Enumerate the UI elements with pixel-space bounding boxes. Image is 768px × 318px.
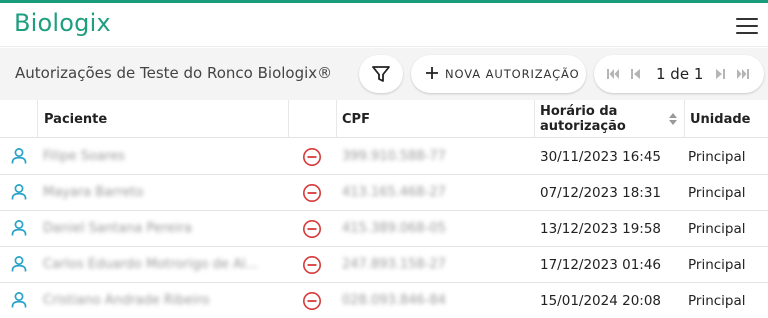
page-toolbar: Autorizações de Teste do Ronco Biologix®…: [0, 48, 768, 100]
table-row[interactable]: Cristiano Andrade Ribeiro 028.093.846-84…: [0, 283, 768, 318]
patient-name: Carlos Eduardo Motrorigo de Al...: [43, 257, 258, 272]
authorization-datetime: 30/11/2023 16:45: [540, 149, 662, 165]
pagination: 1 de 1: [594, 55, 764, 93]
remove-circle-icon[interactable]: [302, 219, 322, 239]
new-authorization-button[interactable]: NOVA AUTORIZAÇÃO: [411, 55, 586, 93]
table-header: Paciente CPF Horário da autorização Unid…: [0, 100, 768, 138]
column-header-patient[interactable]: Paciente: [38, 100, 288, 138]
hamburger-menu-icon[interactable]: [734, 16, 760, 36]
patient-name: Mayara Barreto: [43, 185, 144, 200]
remove-circle-icon[interactable]: [302, 291, 322, 311]
user-icon[interactable]: [10, 255, 28, 273]
unit-name: Principal: [688, 221, 746, 237]
sort-icon[interactable]: [668, 112, 678, 126]
last-page-icon[interactable]: [736, 67, 750, 81]
unit-name: Principal: [688, 185, 746, 201]
patient-name: Filipe Soares: [43, 149, 125, 164]
unit-name: Principal: [688, 257, 746, 273]
column-header-unit[interactable]: Unidade: [684, 100, 768, 138]
filter-icon: [372, 66, 390, 82]
authorization-datetime: 17/12/2023 01:46: [540, 257, 662, 273]
authorization-datetime: 15/01/2024 20:08: [540, 293, 662, 309]
app-header: Biologix: [0, 3, 768, 47]
remove-circle-icon[interactable]: [302, 183, 322, 203]
patient-cpf: 399.910.588-77: [342, 149, 446, 164]
column-header-authorization-time[interactable]: Horário da autorização: [534, 100, 684, 138]
brand-logo[interactable]: Biologix: [14, 9, 111, 37]
first-page-icon[interactable]: [606, 67, 620, 81]
user-icon[interactable]: [10, 183, 28, 201]
table-row[interactable]: Daniel Santana Pereira 415.389.068-05 13…: [0, 211, 768, 247]
column-divider: [288, 100, 289, 138]
unit-name: Principal: [688, 293, 746, 309]
page-indicator: 1 de 1: [656, 65, 704, 83]
new-authorization-label: NOVA AUTORIZAÇÃO: [445, 67, 580, 81]
next-page-icon[interactable]: [714, 67, 726, 81]
patient-cpf: 247.893.158-27: [342, 257, 446, 272]
page-title: Autorizações de Teste do Ronco Biologix®: [15, 64, 333, 82]
patient-cpf: 415.389.068-05: [342, 221, 446, 236]
previous-page-icon[interactable]: [630, 67, 642, 81]
unit-name: Principal: [688, 149, 746, 165]
table-row[interactable]: Carlos Eduardo Motrorigo de Al... 247.89…: [0, 247, 768, 283]
remove-circle-icon[interactable]: [302, 255, 322, 275]
authorization-datetime: 13/12/2023 19:58: [540, 221, 662, 237]
plus-icon: [426, 67, 438, 79]
patient-name: Cristiano Andrade Ribeiro: [43, 293, 210, 308]
table-row[interactable]: Filipe Soares 399.910.588-77 30/11/2023 …: [0, 139, 768, 175]
remove-circle-icon[interactable]: [302, 147, 322, 167]
column-header-cpf[interactable]: CPF: [336, 100, 534, 138]
patient-cpf: 413.165.468-27: [342, 185, 446, 200]
table-row[interactable]: Mayara Barreto 413.165.468-27 07/12/2023…: [0, 175, 768, 211]
authorization-datetime: 07/12/2023 18:31: [540, 185, 662, 201]
user-icon[interactable]: [10, 291, 28, 309]
user-icon[interactable]: [10, 219, 28, 237]
user-icon[interactable]: [10, 147, 28, 165]
patient-name: Daniel Santana Pereira: [43, 221, 192, 236]
patient-cpf: 028.093.846-84: [342, 293, 446, 308]
filter-button[interactable]: [359, 55, 403, 93]
